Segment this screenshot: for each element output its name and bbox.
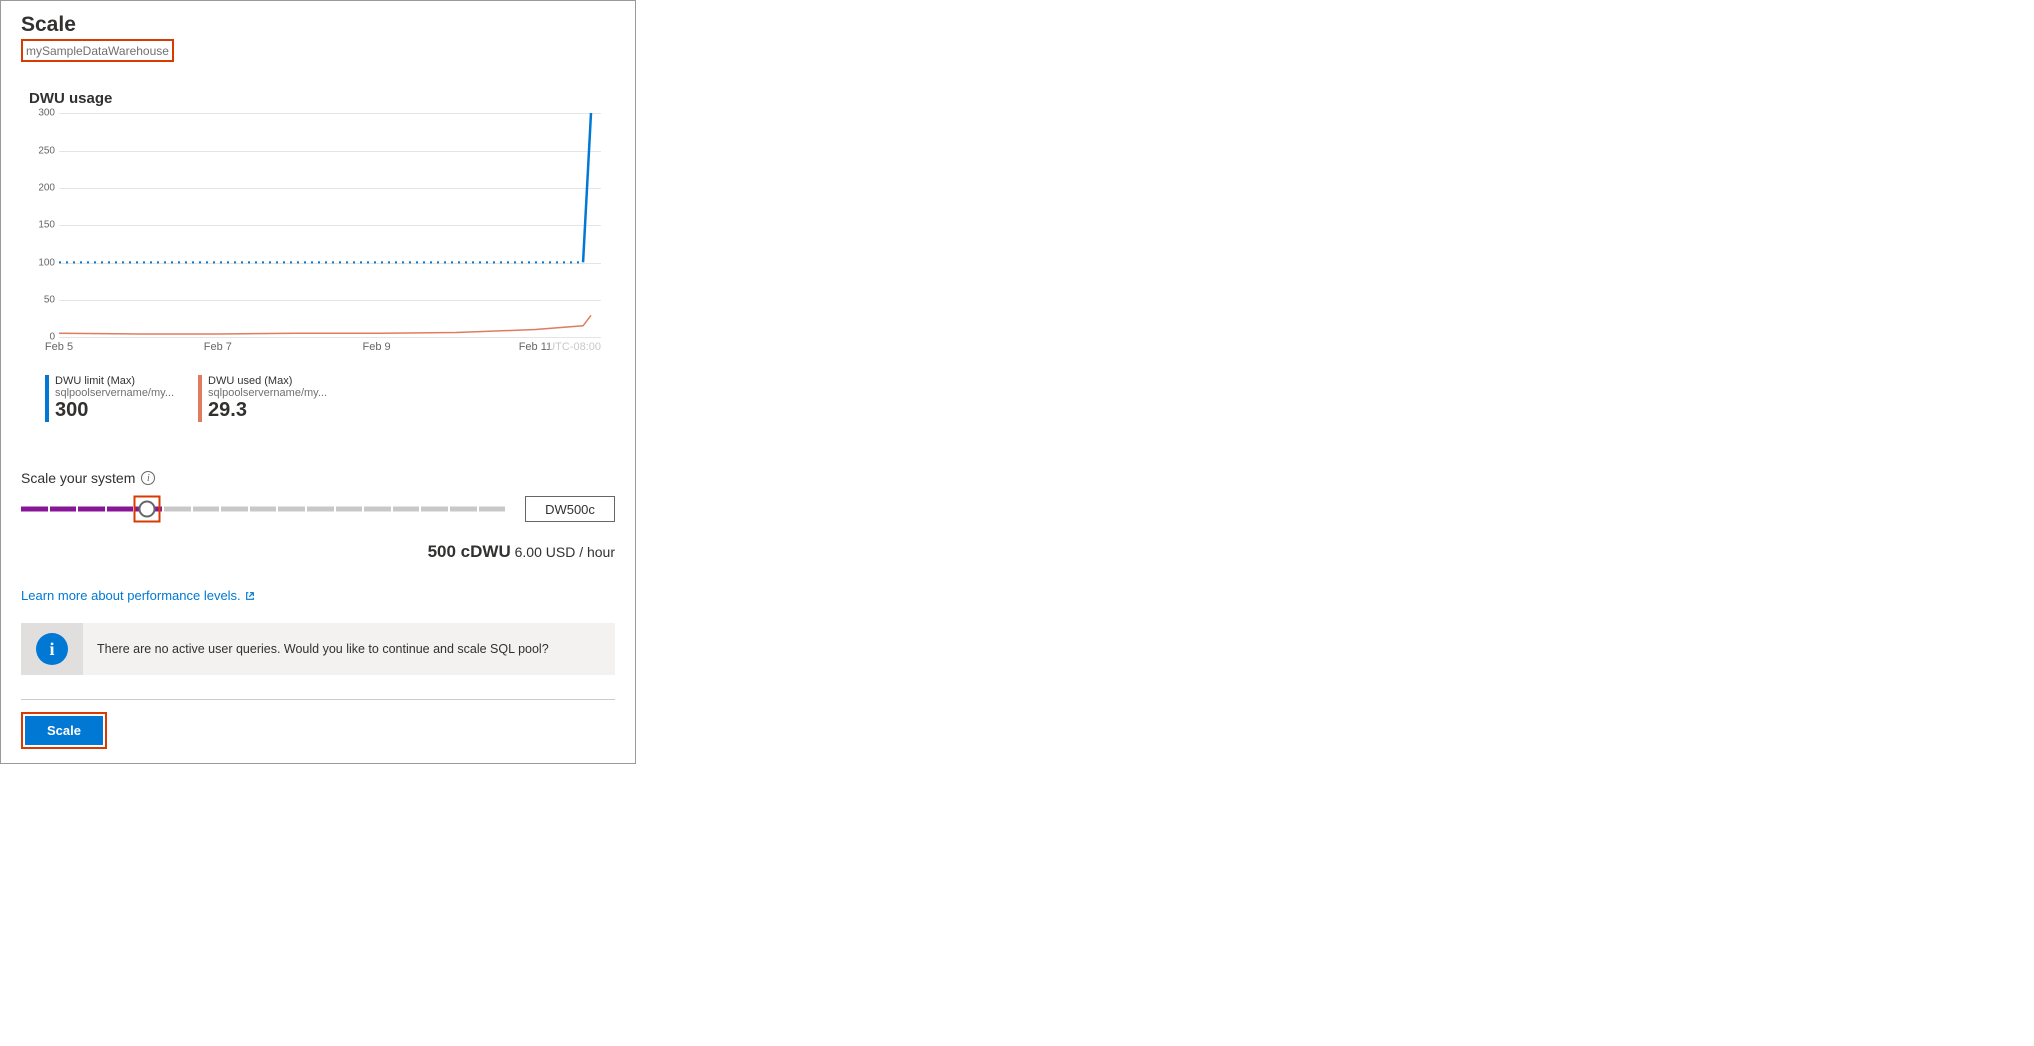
slider-segment <box>250 507 277 512</box>
dwu-value-display: DW500c <box>525 496 615 522</box>
slider-segment <box>307 507 334 512</box>
cost-cdwu: 500 cDWU <box>428 542 511 561</box>
legend-value: 29.3 <box>208 399 327 422</box>
slider-segment <box>107 507 134 512</box>
slider-segment <box>364 507 391 512</box>
legend-item: DWU limit (Max)sqlpoolservername/my...30… <box>45 375 174 422</box>
legend-swatch <box>45 375 49 422</box>
external-link-icon <box>245 591 255 601</box>
slider-segment <box>164 507 191 512</box>
dwu-slider[interactable] <box>21 497 505 521</box>
legend-label: DWU used (Max) <box>208 375 327 387</box>
usage-label: DWU usage <box>21 90 615 107</box>
learn-more-text: Learn more about performance levels. <box>21 588 241 603</box>
slider-row: DW500c <box>21 496 615 522</box>
x-tick: Feb 7 <box>204 341 232 353</box>
cost-display: 500 cDWU 6.00 USD / hour <box>21 542 615 562</box>
slider-segment <box>278 507 305 512</box>
slider-segment <box>393 507 420 512</box>
highlight-slider-thumb <box>133 496 160 523</box>
slider-segment <box>78 507 105 512</box>
footer: Scale <box>21 712 615 749</box>
slider-segment <box>221 507 248 512</box>
legend-swatch <box>198 375 202 422</box>
timezone-label: UTC-08:00 <box>547 341 601 353</box>
chart-legend: DWU limit (Max)sqlpoolservername/my...30… <box>21 375 615 422</box>
scale-button[interactable]: Scale <box>25 716 103 745</box>
highlight-resource-name: mySampleDataWarehouse <box>21 39 174 62</box>
legend-label: DWU limit (Max) <box>55 375 174 387</box>
scale-section: Scale your system i DW500c 500 cDWU 6.00… <box>21 470 615 562</box>
info-bar-icon-cell: i <box>21 623 83 675</box>
scale-label: Scale your system <box>21 470 135 486</box>
slider-segment <box>479 507 506 512</box>
info-icon[interactable]: i <box>141 471 155 485</box>
x-tick: Feb 5 <box>45 341 73 353</box>
page-title: Scale <box>21 13 615 37</box>
legend-value: 300 <box>55 399 174 422</box>
legend-sub: sqlpoolservername/my... <box>208 387 327 399</box>
info-bar-message: There are no active user queries. Would … <box>83 642 615 656</box>
x-tick: Feb 9 <box>363 341 391 353</box>
scale-label-row: Scale your system i <box>21 470 615 486</box>
dwu-usage-chart: 050100150200250300 Feb 5Feb 7Feb 9Feb 11… <box>21 113 615 357</box>
slider-thumb[interactable] <box>138 501 155 518</box>
info-bar: i There are no active user queries. Woul… <box>21 623 615 675</box>
scale-panel: Scale mySampleDataWarehouse DWU usage 05… <box>0 0 636 764</box>
resource-name: mySampleDataWarehouse <box>26 44 169 58</box>
slider-segment <box>450 507 477 512</box>
slider-segment <box>336 507 363 512</box>
slider-segment <box>50 507 77 512</box>
slider-segment <box>421 507 448 512</box>
slider-segment <box>21 507 48 512</box>
info-icon: i <box>36 633 68 665</box>
learn-more-link[interactable]: Learn more about performance levels. <box>21 588 255 603</box>
highlight-scale-button: Scale <box>21 712 107 749</box>
footer-divider <box>21 699 615 700</box>
slider-segment <box>193 507 220 512</box>
legend-sub: sqlpoolservername/my... <box>55 387 174 399</box>
legend-item: DWU used (Max)sqlpoolservername/my...29.… <box>198 375 327 422</box>
cost-per-hour: 6.00 USD / hour <box>515 544 615 560</box>
